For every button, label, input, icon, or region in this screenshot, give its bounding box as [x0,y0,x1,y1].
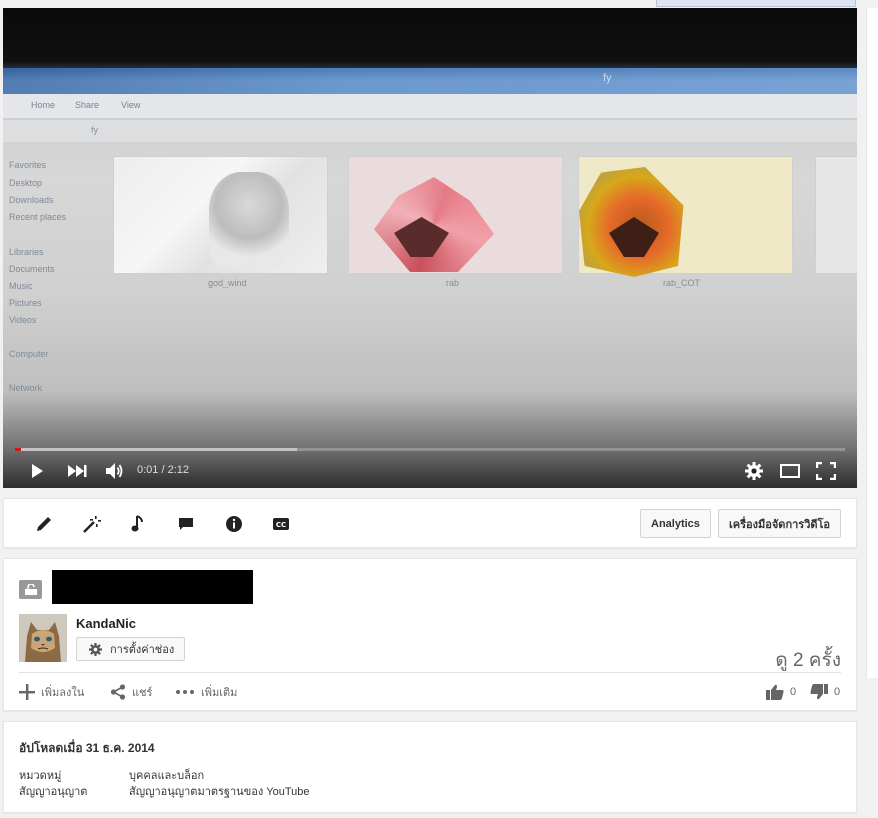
nav-item: Documents [9,264,55,274]
add-to-button[interactable]: เพิ่มลงใน [19,682,84,702]
play-button[interactable] [25,460,49,482]
nav-item: Downloads [9,195,54,205]
more-dots-icon [176,690,194,694]
volume-icon [106,463,123,479]
music-note-icon [131,515,143,532]
more-button[interactable]: เพิ่มเติม [175,682,237,702]
enhancements-button[interactable] [80,512,104,536]
license-value[interactable]: สัญญาอนุญาตมาตรฐานของ YouTube [129,786,309,798]
progress-buffered [15,448,298,451]
channel-name[interactable]: KandaNic [76,616,136,631]
video-info-card: KandaNic การตั้งค่าช่อง ดู 2 ครั้ง เพิ่ม… [3,558,857,711]
plus-icon [19,684,35,700]
edit-button[interactable] [32,512,56,536]
category-value[interactable]: บุคคลและบล็อก [129,770,204,782]
subtitles-button[interactable]: CC [269,512,293,536]
progress-bar[interactable] [15,448,845,451]
gear-icon [89,642,102,656]
explorer-nav-pane: Favorites Desktop Downloads Recent place… [3,148,83,408]
dislike-button[interactable]: 0 [810,682,840,702]
next-button[interactable] [65,460,89,482]
audio-button[interactable] [126,512,150,536]
explorer-thumbnail [348,156,563,274]
nav-item: Pictures [9,298,42,308]
nav-item: Computer [9,349,49,359]
magic-wand-icon [83,516,101,533]
time-display: 0:01 / 2:12 [137,464,189,476]
top-right-strip [656,0,856,7]
pencil-icon [37,517,51,531]
video-details-card: อัปโหลดเมื่อ 31 ธ.ค. 2014 หมวดหมู่ บุคคลแ… [3,721,857,813]
like-button[interactable]: 0 [766,682,796,702]
fullscreen-icon [816,462,836,480]
privacy-badge [19,580,42,599]
explorer-address: fy [91,125,99,135]
nav-item: Favorites [9,160,47,170]
channel-settings-button[interactable]: การตั้งค่าช่อง [76,637,186,661]
svg-text:CC: CC [276,521,286,529]
ribbon-tab: Home [31,100,56,110]
nav-item: Music [9,281,33,291]
thumbnail-caption: rab [446,278,460,288]
explorer-thumbnail [578,156,793,274]
explorer-address-bar: fy [3,120,857,142]
license-row: สัญญาอนุญาต สัญญาอนุญาตมาตรฐานของ YouTube [19,782,309,800]
license-label: สัญญาอนุญาต [19,786,88,798]
settings-button[interactable] [742,460,766,482]
video-manager-button[interactable]: เครื่องมือจัดการวิดีโอ [718,509,842,538]
annotations-button[interactable] [174,512,198,536]
progress-played [15,448,21,451]
view-count: ดู 2 ครั้ง [775,650,841,671]
more-label: เพิ่มเติม [201,687,238,699]
ribbon-tab: View [121,100,141,110]
share-icon [110,684,126,700]
explorer-title-bar: fy [3,68,857,94]
info-icon [226,516,242,532]
add-to-label: เพิ่มลงใน [41,687,85,699]
next-icon [68,465,87,477]
video-frame: fy Home Share View fy Favorites Desktop … [3,8,857,488]
thumbs-down-icon [810,684,828,700]
share-button[interactable]: แชร์ [110,682,152,702]
share-label: แชร์ [132,687,153,699]
upload-date: อัปโหลดเมื่อ 31 ธ.ค. 2014 [19,741,155,755]
explorer-thumbnail [113,156,328,274]
explorer-window-title: fy [603,72,612,84]
cards-button[interactable] [222,512,246,536]
dislike-count: 0 [834,686,841,698]
divider [19,672,841,673]
comment-icon [179,518,193,530]
right-edge-panel [866,8,878,678]
explorer-thumbnail [815,156,857,274]
theater-icon [780,464,800,478]
cc-icon: CC [273,518,289,530]
video-player[interactable]: fy Home Share View fy Favorites Desktop … [3,8,857,488]
like-count: 0 [790,686,797,698]
fullscreen-button[interactable] [814,460,838,482]
nav-item: Videos [9,315,37,325]
avatar[interactable] [19,614,67,662]
thumbnail-caption: rab_COT [663,278,701,288]
video-edit-toolbar: CC Analytics เครื่องมือจัดการวิดีโอ [3,498,857,548]
nav-item: Network [9,383,43,393]
explorer-ribbon: Home Share View [3,94,857,118]
ribbon-tab: Share [75,100,100,110]
play-icon [32,464,43,478]
thumbs-up-icon [766,684,784,700]
channel-settings-label: การตั้งค่าช่อง [110,644,175,656]
unlisted-lock-icon [24,583,37,595]
nav-item: Libraries [9,247,44,257]
thumbnail-caption: god_wind [208,278,247,288]
cat-avatar-image [19,614,67,662]
theater-mode-button[interactable] [778,460,802,482]
nav-item: Recent places [9,212,67,222]
analytics-button[interactable]: Analytics [640,509,711,538]
redacted-video-title [52,570,253,604]
volume-button[interactable] [103,460,127,482]
gear-icon [745,462,763,480]
player-controls: 0:01 / 2:12 [3,454,857,488]
nav-item: Desktop [9,178,43,188]
